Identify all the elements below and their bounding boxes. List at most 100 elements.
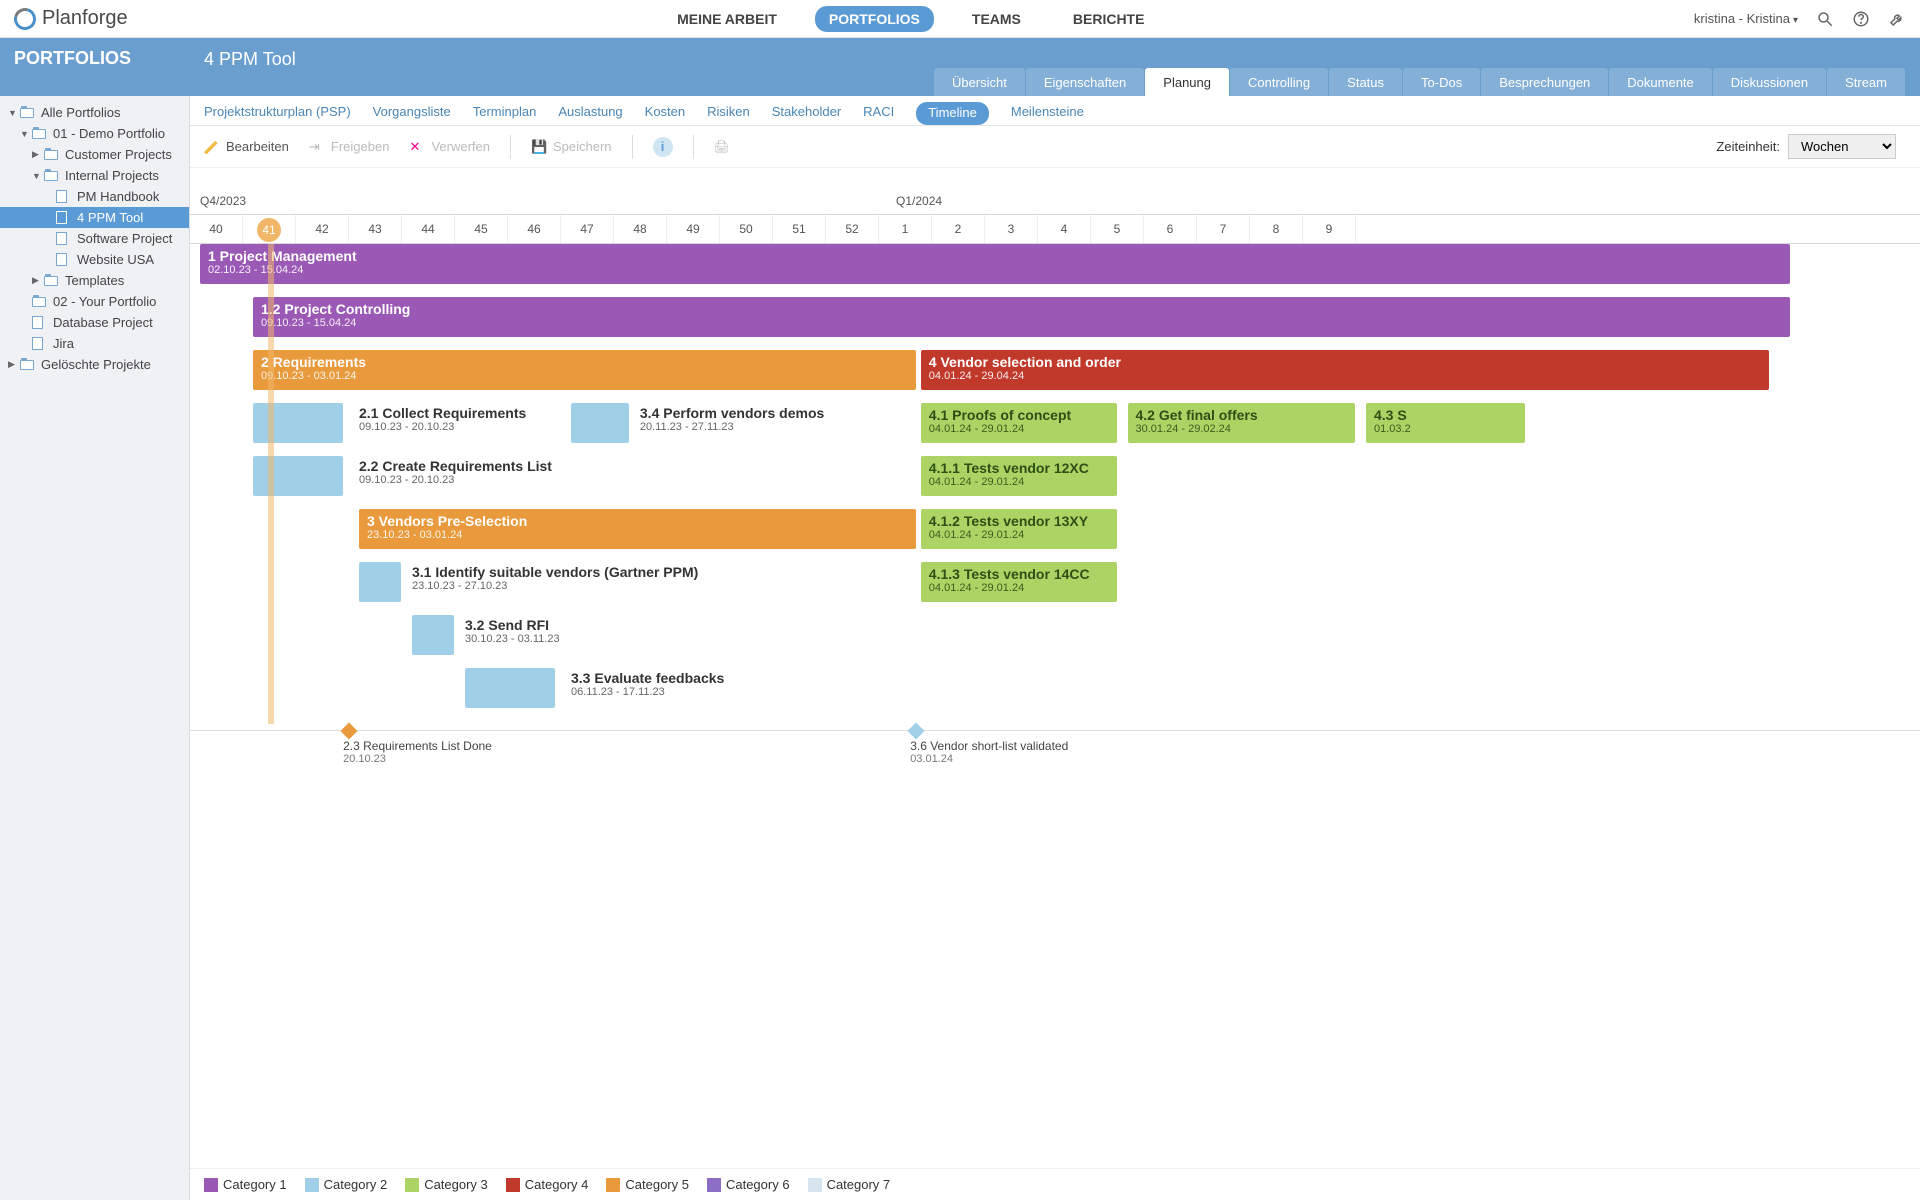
tab-eigenschaften[interactable]: Eigenschaften (1026, 68, 1144, 96)
week-50[interactable]: 50 (720, 215, 773, 243)
timeline-bar[interactable]: 2 Requirements09.10.23 - 03.01.24 (253, 350, 916, 390)
week-44[interactable]: 44 (402, 215, 455, 243)
chevron-down-icon[interactable]: ▼ (20, 129, 30, 139)
sidebar-item[interactable]: Jira (0, 333, 189, 354)
tab-übersicht[interactable]: Übersicht (934, 68, 1025, 96)
week-5[interactable]: 5 (1091, 215, 1144, 243)
sidebar-item[interactable]: ▶Customer Projects (0, 144, 189, 165)
subtab-risiken[interactable]: Risiken (707, 104, 750, 125)
subtab-raci[interactable]: RACI (863, 104, 894, 125)
logo[interactable]: Planforge (14, 7, 128, 30)
week-47[interactable]: 47 (561, 215, 614, 243)
search-icon[interactable] (1816, 10, 1834, 28)
timeline-bar[interactable]: 4.2 Get final offers30.01.24 - 29.02.24 (1128, 403, 1356, 443)
week-52[interactable]: 52 (826, 215, 879, 243)
nav-berichte[interactable]: BERICHTE (1059, 6, 1159, 32)
timeline-bar[interactable]: 4.1 Proofs of concept04.01.24 - 29.01.24 (921, 403, 1117, 443)
subtab-kosten[interactable]: Kosten (645, 104, 685, 125)
save-button[interactable]: 💾Speichern (531, 139, 612, 155)
week-7[interactable]: 7 (1197, 215, 1250, 243)
tab-diskussionen[interactable]: Diskussionen (1713, 68, 1826, 96)
task-bar[interactable] (359, 562, 401, 602)
timeline-bar[interactable]: 4 Vendor selection and order04.01.24 - 2… (921, 350, 1769, 390)
week-40[interactable]: 40 (190, 215, 243, 243)
discard-button[interactable]: ✕Verwerfen (409, 139, 490, 155)
subtab-auslastung[interactable]: Auslastung (558, 104, 622, 125)
tools-icon[interactable] (1888, 10, 1906, 28)
sidebar-item[interactable]: Database Project (0, 312, 189, 333)
save-label: Speichern (553, 139, 612, 154)
timeline[interactable]: Q4/2023Q1/2024 4041424344454647484950515… (190, 168, 1920, 1168)
info-button[interactable]: i (653, 137, 673, 157)
tab-to-dos[interactable]: To-Dos (1403, 68, 1480, 96)
subtab-projektstrukturplanpsp[interactable]: Projektstrukturplan (PSP) (204, 104, 351, 125)
timeline-bar[interactable]: 4.3 S01.03.2 (1366, 403, 1525, 443)
task-bar[interactable] (253, 403, 343, 443)
edit-button[interactable]: Bearbeiten (204, 139, 289, 155)
task-bar[interactable] (412, 615, 454, 655)
week-45[interactable]: 45 (455, 215, 508, 243)
week-48[interactable]: 48 (614, 215, 667, 243)
week-2[interactable]: 2 (932, 215, 985, 243)
sidebar-item[interactable]: Software Project (0, 228, 189, 249)
sidebar-item[interactable]: ▼01 - Demo Portfolio (0, 123, 189, 144)
week-9[interactable]: 9 (1303, 215, 1356, 243)
user-menu[interactable]: kristina - Kristina (1694, 11, 1798, 26)
subtab-terminplan[interactable]: Terminplan (473, 104, 537, 125)
week-43[interactable]: 43 (349, 215, 402, 243)
week-6[interactable]: 6 (1144, 215, 1197, 243)
sidebar-item[interactable]: ▶Templates (0, 270, 189, 291)
nav-portfolios[interactable]: PORTFOLIOS (815, 6, 934, 32)
nav-arbeit[interactable]: MEINE ARBEIT (663, 6, 791, 32)
week-3[interactable]: 3 (985, 215, 1038, 243)
print-button[interactable]: 🖨 (714, 139, 731, 155)
subtab-timeline[interactable]: Timeline (916, 102, 989, 125)
timeline-bar[interactable]: 1 Project Management02.10.23 - 15.04.24 (200, 244, 1790, 284)
week-41[interactable]: 41 (243, 215, 296, 243)
tab-besprechungen[interactable]: Besprechungen (1481, 68, 1608, 96)
help-icon[interactable] (1852, 10, 1870, 28)
week-4[interactable]: 4 (1038, 215, 1091, 243)
timeline-bar[interactable]: 4.1.1 Tests vendor 12XC04.01.24 - 29.01.… (921, 456, 1117, 496)
task-bar[interactable] (465, 668, 555, 708)
subtab-vorgangsliste[interactable]: Vorgangsliste (373, 104, 451, 125)
week-46[interactable]: 46 (508, 215, 561, 243)
brand-text: Planforge (42, 7, 128, 30)
tab-planung[interactable]: Planung (1145, 68, 1229, 96)
timeline-bar[interactable]: 4.1.2 Tests vendor 13XY04.01.24 - 29.01.… (921, 509, 1117, 549)
timeline-bar[interactable]: 1.2 Project Controlling09.10.23 - 15.04.… (253, 297, 1790, 337)
tab-dokumente[interactable]: Dokumente (1609, 68, 1711, 96)
tab-controlling[interactable]: Controlling (1230, 68, 1328, 96)
task-bar[interactable] (253, 456, 343, 496)
week-49[interactable]: 49 (667, 215, 720, 243)
chevron-right-icon[interactable]: ▶ (32, 275, 42, 286)
subtab-meilensteine[interactable]: Meilensteine (1011, 104, 1084, 125)
nav-teams[interactable]: TEAMS (958, 6, 1035, 32)
task-bar[interactable] (571, 403, 629, 443)
milestone[interactable]: 3.6 Vendor short-list validated03.01.24 (910, 725, 1068, 765)
sidebar-item[interactable]: PM Handbook (0, 186, 189, 207)
chevron-down-icon[interactable]: ▼ (32, 171, 42, 181)
time-unit-select[interactable]: Wochen (1788, 134, 1896, 159)
sidebar-item[interactable]: 4 PPM Tool (0, 207, 189, 228)
sidebar-item[interactable]: 02 - Your Portfolio (0, 291, 189, 312)
chevron-right-icon[interactable]: ▶ (8, 359, 18, 370)
timeline-bar[interactable]: 3 Vendors Pre-Selection23.10.23 - 03.01.… (359, 509, 916, 549)
header-left: PORTFOLIOS (0, 48, 190, 87)
week-1[interactable]: 1 (879, 215, 932, 243)
timeline-bar[interactable]: 4.1.3 Tests vendor 14CC04.01.24 - 29.01.… (921, 562, 1117, 602)
release-button[interactable]: ⇥Freigeben (309, 139, 390, 155)
chevron-right-icon[interactable]: ▶ (32, 149, 42, 160)
sidebar-item[interactable]: ▼Internal Projects (0, 165, 189, 186)
chevron-down-icon[interactable]: ▼ (8, 108, 18, 118)
week-51[interactable]: 51 (773, 215, 826, 243)
subtab-stakeholder[interactable]: Stakeholder (772, 104, 841, 125)
tab-stream[interactable]: Stream (1827, 68, 1905, 96)
sidebar-item[interactable]: ▶Gelöschte Projekte (0, 354, 189, 375)
sidebar-item[interactable]: Website USA (0, 249, 189, 270)
week-8[interactable]: 8 (1250, 215, 1303, 243)
sidebar-item[interactable]: ▼Alle Portfolios (0, 102, 189, 123)
milestone[interactable]: 2.3 Requirements List Done20.10.23 (343, 725, 492, 765)
week-42[interactable]: 42 (296, 215, 349, 243)
tab-status[interactable]: Status (1329, 68, 1402, 96)
